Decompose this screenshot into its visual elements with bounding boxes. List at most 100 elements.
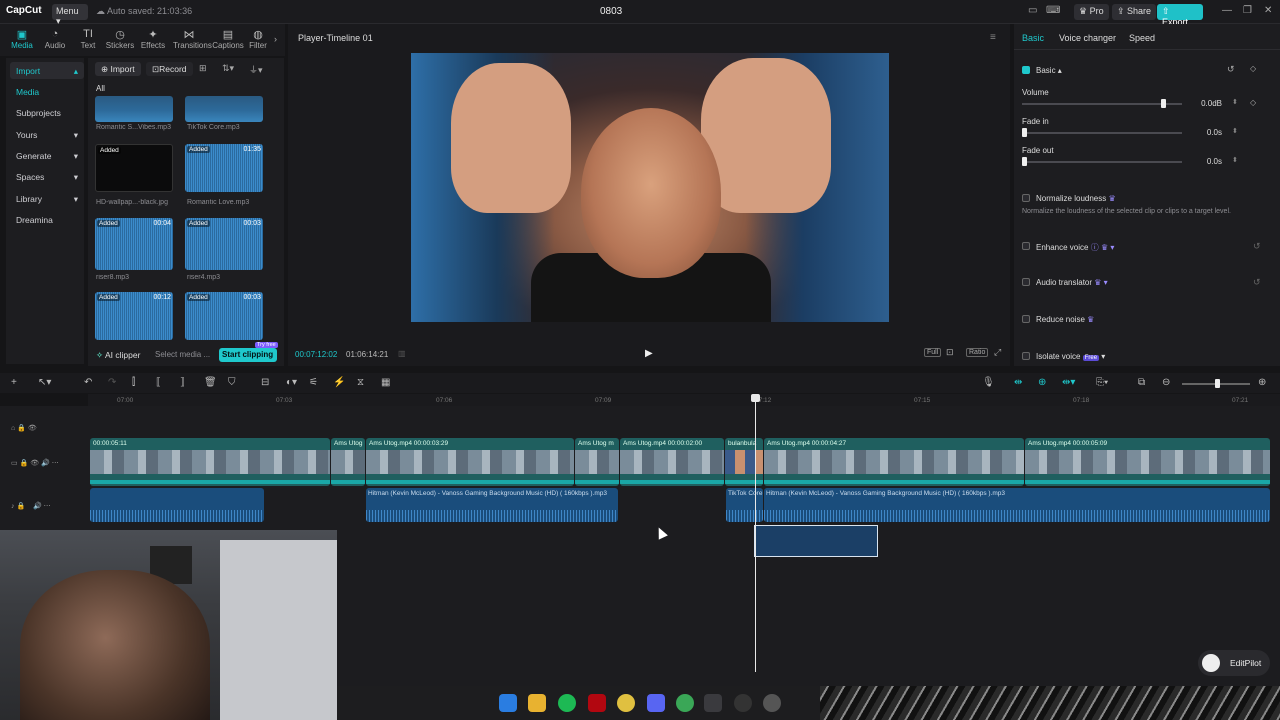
tab-voice-changer[interactable]: Voice changer [1059, 33, 1116, 43]
media-thumb[interactable]: Added 00:12 [95, 292, 173, 340]
tab-stickers[interactable]: ◷ Stickers [104, 28, 136, 50]
fadein-slider[interactable] [1022, 132, 1182, 134]
nav-import[interactable]: Import ▴ [10, 62, 84, 79]
timecode-icon[interactable]: ▥ [398, 349, 406, 358]
nav-subprojects[interactable]: Subprojects [10, 104, 84, 121]
magnet-icon[interactable]: ⊕ [1038, 377, 1046, 388]
select-tool-icon[interactable]: ↖▾ [38, 377, 51, 388]
playhead[interactable] [755, 396, 756, 672]
media-thumb[interactable]: Added [95, 144, 173, 192]
layout-icon[interactable]: ▭ [1028, 5, 1037, 16]
undo-icon[interactable]: ↶ [84, 377, 92, 388]
windows-start-icon[interactable] [499, 694, 517, 712]
import-button[interactable]: ⊕ Import [95, 62, 141, 76]
media-thumb[interactable]: Added 00:03 [185, 218, 263, 270]
audio-clip[interactable]: Hitman (Kevin McLeod) - Vanoss Gaming Ba… [764, 488, 1270, 522]
grid-view-icon[interactable]: ⊞ [199, 63, 207, 74]
tab-captions[interactable]: ▤ Captions [212, 28, 244, 50]
tab-basic[interactable]: Basic [1022, 33, 1044, 43]
caption-icon[interactable]: ⧉ [1138, 377, 1145, 388]
zoom-knob[interactable] [1215, 379, 1220, 388]
selected-empty-clip[interactable] [754, 525, 878, 557]
reset-icon[interactable]: ↺ [1253, 241, 1261, 252]
fadeout-slider[interactable] [1022, 161, 1182, 163]
playhead-handle[interactable] [751, 394, 760, 402]
normalize-checkbox[interactable] [1022, 194, 1030, 202]
volume-value[interactable]: 0.0dB [1188, 99, 1222, 108]
chrome-profile-icon[interactable] [676, 694, 694, 712]
zoom-out-icon[interactable]: ⊖ [1162, 377, 1170, 388]
isolate-voice-checkbox[interactable] [1022, 352, 1030, 360]
add-track-icon[interactable]: + [11, 377, 17, 388]
tab-text[interactable]: TI Text [72, 28, 104, 50]
volume-slider[interactable] [1022, 103, 1182, 105]
video-clip[interactable]: Ams Utog m [575, 438, 619, 486]
mask-icon[interactable]: ◐▾ [286, 377, 297, 388]
video-preview[interactable] [411, 53, 889, 322]
nav-spaces[interactable]: Spaces ▾ [10, 168, 84, 185]
focus-icon[interactable]: ⊡ [946, 347, 954, 358]
link-icon[interactable]: ⇹▾ [1062, 377, 1075, 388]
preview-axis-icon[interactable]: ⎘▾ [1096, 377, 1108, 388]
close-icon[interactable]: ✕ [1264, 5, 1272, 16]
audio-clip[interactable]: Hitman (Kevin McLeod) - Vanoss Gaming Ba… [366, 488, 618, 522]
chevron-right-icon[interactable]: › [274, 34, 277, 44]
enhance-checkbox[interactable] [1022, 242, 1030, 250]
tab-filter[interactable]: ◍ Filter [246, 28, 270, 50]
redo-icon[interactable]: ↷ [108, 377, 116, 388]
media-player-icon[interactable] [763, 694, 781, 712]
auto-reframe-icon[interactable]: ▦ [381, 377, 390, 388]
stepper-icon[interactable]: ⬍ [1232, 98, 1238, 106]
speed-icon[interactable]: ⚡ [333, 377, 345, 388]
media-thumb[interactable] [185, 96, 263, 122]
basic-checkbox[interactable] [1022, 66, 1030, 74]
fadein-knob[interactable] [1022, 128, 1027, 137]
zoom-in-icon[interactable]: ⊕ [1258, 377, 1266, 388]
video-clip[interactable]: Ams Utog.mp4 00:00:05:09 [1025, 438, 1270, 486]
volume-knob[interactable] [1160, 99, 1166, 108]
share-button[interactable]: ⇪ Share [1112, 4, 1157, 20]
adjust-icon[interactable]: ⚟ [309, 377, 318, 388]
reset-icon[interactable]: ↺ [1227, 64, 1235, 75]
tab-audio[interactable]: ◔ Audio [39, 28, 71, 50]
crop-icon[interactable]: ⊟ [261, 377, 269, 388]
obs-icon[interactable] [734, 694, 752, 712]
video-clip[interactable]: Ams Utog.mp4 00:00:03:29 [366, 438, 574, 486]
split-left-icon[interactable]: ⟦ [156, 377, 161, 388]
start-clipping-button[interactable]: Start clipping [219, 348, 277, 362]
media-thumb[interactable] [95, 96, 173, 122]
link-main-icon[interactable]: ⇹ [1014, 377, 1022, 388]
video-clip[interactable]: Ams Utog.mp4 00:00:02:00 [620, 438, 724, 486]
keyframe-icon[interactable]: ◇ [1250, 98, 1256, 107]
split-icon[interactable]: ⫿ [132, 377, 135, 388]
maximize-icon[interactable]: ❐ [1243, 5, 1252, 16]
delete-icon[interactable]: 🗑 [204, 377, 217, 388]
timeline-ruler[interactable] [88, 394, 1280, 406]
marker-icon[interactable]: ⛉ [228, 377, 236, 388]
project-title[interactable]: 0803 [600, 6, 622, 17]
minimize-icon[interactable]: — [1222, 5, 1232, 16]
shortcuts-icon[interactable]: ⌨ [1046, 5, 1060, 16]
tab-speed[interactable]: Speed [1129, 33, 1155, 43]
file-explorer-icon[interactable] [528, 694, 546, 712]
fadeout-knob[interactable] [1022, 157, 1027, 166]
audio-clip[interactable] [90, 488, 264, 522]
play-icon[interactable]: ▶ [645, 348, 653, 359]
microphone-icon[interactable]: 🎙 [982, 377, 995, 388]
fadeout-value[interactable]: 0.0s [1188, 157, 1222, 166]
translator-checkbox[interactable] [1022, 278, 1030, 286]
video-clip[interactable]: Ams Utog [331, 438, 365, 486]
menu-lines-icon[interactable]: ≡ [990, 32, 996, 43]
full-button[interactable]: Full [924, 348, 942, 357]
fullscreen-icon[interactable]: ⤢ [994, 347, 1001, 358]
chrome-icon[interactable] [617, 694, 635, 712]
nav-yours[interactable]: Yours ▾ [10, 126, 84, 143]
tab-media[interactable]: ▣ Media [6, 28, 38, 50]
tab-effects[interactable]: ✦ Effects [137, 28, 169, 50]
menu-button[interactable]: Menu ▾ [52, 4, 88, 26]
stepper-icon[interactable]: ⬍ [1232, 127, 1238, 135]
split-right-icon[interactable]: ⟧ [180, 377, 185, 388]
freeze-icon[interactable]: ⧖ [357, 377, 364, 388]
ai-clipper-label[interactable]: ✧ AI clipper [96, 350, 140, 361]
netflix-icon[interactable] [588, 694, 606, 712]
